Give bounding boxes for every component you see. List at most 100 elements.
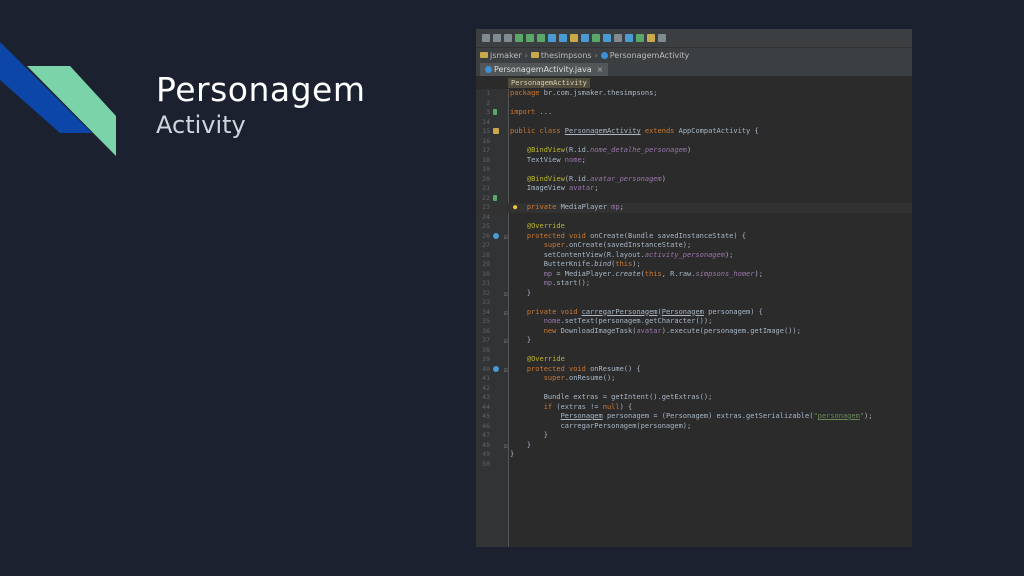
code-line[interactable]: 42	[476, 384, 912, 394]
code-line[interactable]: 23 private MediaPlayer mp; ●	[476, 203, 912, 213]
code-text: package br.com.jsmaker.thesimpsons;	[510, 89, 658, 97]
code-line[interactable]: 2	[476, 99, 912, 109]
code-line[interactable]: 36 new DownloadImageTask(avatar).execute…	[476, 327, 912, 337]
code-line[interactable]: 31 mp.start();	[476, 279, 912, 289]
line-number: 31	[482, 279, 490, 287]
code-line[interactable]: 49}	[476, 450, 912, 460]
toolbar-button[interactable]	[515, 34, 523, 42]
code-line[interactable]: 40 protected void onResume() {⊟	[476, 365, 912, 375]
code-line[interactable]: 1 package br.com.jsmaker.thesimpsons;	[476, 89, 912, 99]
toolbar-button[interactable]	[581, 34, 589, 42]
code-line[interactable]: 20 @BindView(R.id.avatar_personagem)	[476, 175, 912, 185]
code-line[interactable]: 47 }	[476, 431, 912, 441]
nav-class[interactable]: PersonagemActivity	[600, 51, 689, 60]
code-line[interactable]: 43 Bundle extras = getIntent().getExtras…	[476, 393, 912, 403]
toolbar-button[interactable]	[548, 34, 556, 42]
toolbar-button[interactable]	[603, 34, 611, 42]
toolbar-button[interactable]	[636, 34, 644, 42]
code-line[interactable]: 44 if (extras != null) {	[476, 403, 912, 413]
code-text: }	[510, 440, 532, 449]
toolbar-button[interactable]	[658, 34, 666, 42]
code-line[interactable]: 21 ImageView avatar;	[476, 184, 912, 194]
code-line[interactable]: 16	[476, 137, 912, 147]
code-breadcrumb-row: PersonagemActivity	[476, 77, 912, 89]
lightbulb-icon[interactable]: ●	[513, 203, 517, 213]
code-line[interactable]: 35 nome.setText(personagem.getCharacter(…	[476, 317, 912, 327]
code-line[interactable]: 45 Personagem personagem = (Personagem) …	[476, 412, 912, 422]
line-number: 35	[482, 317, 490, 325]
toolbar-button[interactable]	[647, 34, 655, 42]
chevron-right-icon: ›	[594, 50, 598, 60]
code-line[interactable]: 27 super.onCreate(savedInstanceState);	[476, 241, 912, 251]
code-line[interactable]: 15 public class PersonagemActivity extend…	[476, 127, 912, 137]
toolbar-button[interactable]	[526, 34, 534, 42]
line-number: 2	[486, 98, 490, 107]
toolbar-button[interactable]	[592, 34, 600, 42]
class-icon	[600, 51, 608, 59]
code-area[interactable]: 1 package br.com.jsmaker.thesimpsons; 2 3 im…	[476, 89, 912, 469]
code-line[interactable]: 37 } ⊟	[476, 336, 912, 346]
editor-tab-label: PersonagemActivity.java	[494, 65, 592, 74]
override-marker-icon[interactable]	[493, 232, 499, 239]
line-number: 19	[482, 165, 490, 173]
code-text: protected void onResume() {	[526, 364, 641, 373]
code-line[interactable]: 50	[476, 460, 912, 470]
code-line[interactable]: 18 TextView nome;	[476, 156, 912, 166]
line-number: 33	[482, 298, 490, 306]
nav-module[interactable]: thesimpsons	[530, 51, 592, 60]
line-number: 43	[482, 393, 490, 401]
code-text: protected void onCreate(Bundle savedInst…	[526, 231, 747, 240]
code-line[interactable]: 34 private void carregarPersonagem(Perso…	[476, 308, 912, 318]
toolbar-button[interactable]	[625, 34, 633, 42]
code-text: @BindView(R.id.avatar_personagem)	[526, 174, 666, 183]
line-number: 47	[482, 431, 490, 439]
code-text: @BindView(R.id.nome_detalhe_personagem)	[526, 146, 692, 154]
line-number: 39	[482, 355, 490, 363]
toolbar-button[interactable]	[570, 34, 578, 42]
nav-project[interactable]: jsmaker	[480, 51, 522, 60]
fold-marker-icon[interactable]	[493, 109, 497, 115]
class-marker-icon[interactable]	[493, 128, 499, 134]
code-line[interactable]: 29 ButterKnife.bind(this);	[476, 260, 912, 270]
code-line[interactable]: 14	[476, 118, 912, 128]
override-marker-icon[interactable]	[493, 365, 499, 372]
toolbar-button[interactable]	[537, 34, 545, 42]
code-text: mp = MediaPlayer.create(this, R.raw.simp…	[543, 269, 763, 278]
chevron-right-icon: ›	[524, 50, 528, 60]
toolbar-button[interactable]	[493, 34, 501, 42]
code-line[interactable]: 24	[476, 213, 912, 223]
code-line[interactable]: 25 @Override	[476, 222, 912, 232]
editor-tab[interactable]: PersonagemActivity.java ×	[480, 63, 609, 76]
code-text: new DownloadImageTask(avatar).execute(pe…	[543, 326, 801, 335]
code-line[interactable]: 19	[476, 165, 912, 175]
code-line[interactable]: 33	[476, 298, 912, 308]
code-text: }	[510, 431, 548, 439]
code-line[interactable]: 22	[476, 194, 912, 204]
line-number: 46	[482, 421, 490, 430]
code-line[interactable]: 32 } ⊟	[476, 289, 912, 299]
toolbar-button[interactable]	[504, 34, 512, 42]
toolbar-button[interactable]	[614, 34, 622, 42]
line-number: 14	[482, 117, 490, 126]
code-line[interactable]: 26 protected void onCreate(Bundle savedI…	[476, 232, 912, 242]
code-line[interactable]: 3 import ...	[476, 108, 912, 118]
line-number: 1	[486, 89, 490, 97]
code-line[interactable]: 39 @Override	[476, 355, 912, 365]
line-number: 20	[482, 174, 490, 183]
code-line[interactable]: 28 setContentView(R.layout.activity_pers…	[476, 251, 912, 261]
line-number: 40	[482, 364, 490, 373]
code-line[interactable]: 38	[476, 346, 912, 356]
line-number: 34	[482, 307, 490, 316]
close-icon[interactable]: ×	[597, 65, 604, 74]
code-line[interactable]: 48 } ⊟	[476, 441, 912, 451]
code-line[interactable]: 30 mp = MediaPlayer.create(this, R.raw.s…	[476, 270, 912, 280]
toolbar-button[interactable]	[482, 34, 490, 42]
line-number: 32	[482, 288, 490, 297]
line-number: 26	[482, 231, 490, 240]
toolbar-button[interactable]	[559, 34, 567, 42]
code-line[interactable]: 41 super.onResume();	[476, 374, 912, 384]
code-breadcrumb[interactable]: PersonagemActivity	[508, 78, 590, 88]
code-line[interactable]: 17 @BindView(R.id.nome_detalhe_personage…	[476, 146, 912, 156]
code-line[interactable]: 46 carregarPersonagem(personagem);	[476, 422, 912, 432]
code-editor[interactable]: 1 package br.com.jsmaker.thesimpsons; 2 3 im…	[476, 89, 912, 547]
